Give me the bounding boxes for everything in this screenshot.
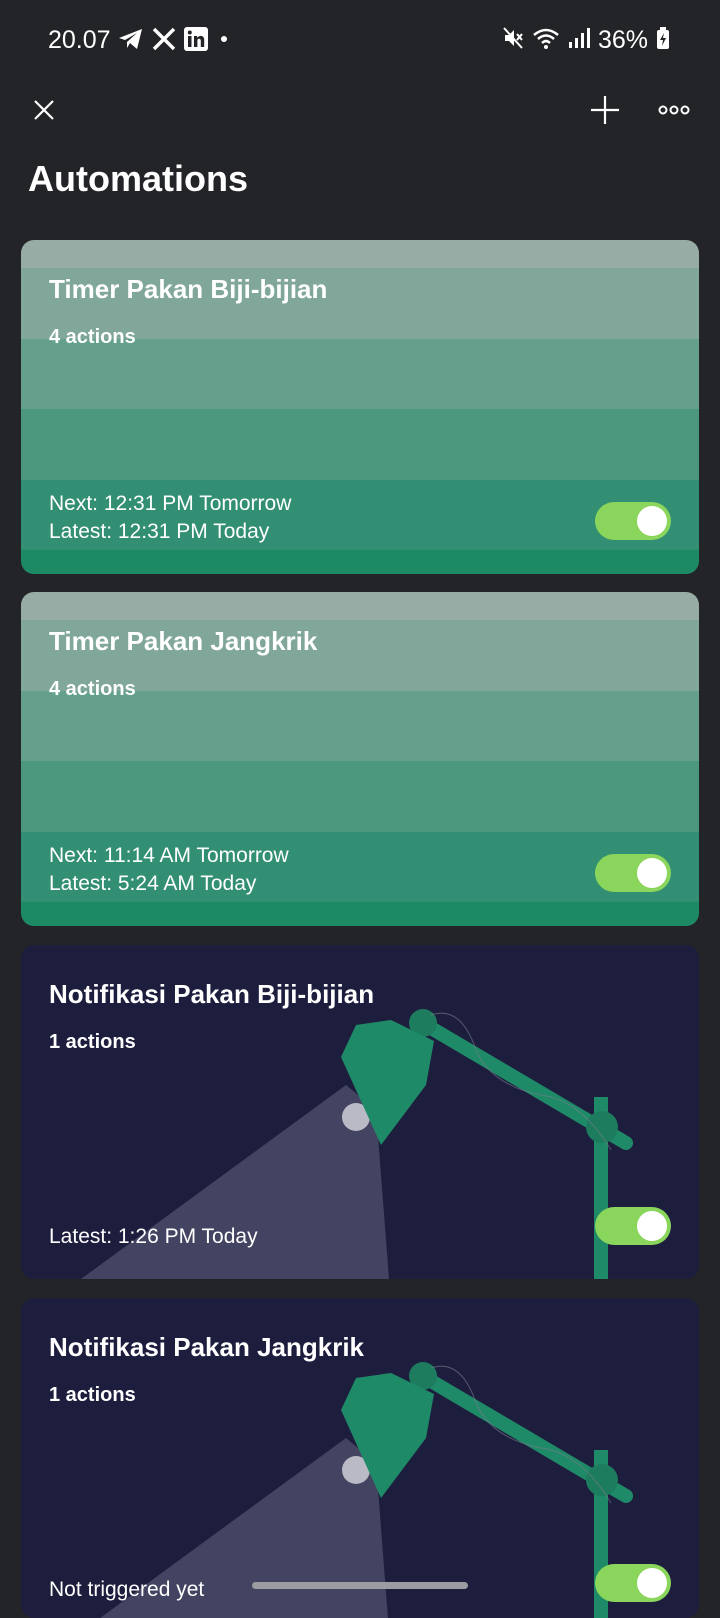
plus-icon — [590, 95, 620, 130]
next-run-text: Next: 12:31 PM Tomorrow — [49, 492, 292, 515]
automation-actions-count: 4 actions — [49, 678, 136, 700]
automation-toggle[interactable] — [595, 1564, 671, 1602]
automation-schedule: Next: 12:31 PM Tomorrow Latest: 12:31 PM… — [49, 490, 291, 546]
top-app-bar — [0, 80, 720, 144]
toggle-knob — [637, 506, 667, 536]
automation-card[interactable]: Timer Pakan Jangkrik 4 actions Next: 11:… — [21, 592, 699, 926]
notification-dot-icon — [216, 27, 232, 56]
x-icon — [152, 27, 176, 56]
page-title: Automations — [28, 158, 248, 199]
telegram-icon — [118, 27, 144, 56]
automation-title: Notifikasi Pakan Jangkrik — [49, 1332, 365, 1362]
next-run-text: Next: 11:14 AM Tomorrow — [49, 844, 289, 867]
automation-toggle[interactable] — [595, 854, 671, 892]
toggle-knob — [637, 1211, 667, 1241]
status-bar: 20.07 36% — [0, 0, 720, 80]
linkedin-icon — [184, 26, 208, 56]
home-indicator[interactable] — [252, 1582, 468, 1589]
automation-card[interactable]: Notifikasi Pakan Biji-bijian 1 actions L… — [21, 945, 699, 1279]
automation-actions-count: 1 actions — [49, 1031, 136, 1053]
wifi-icon — [532, 26, 560, 55]
automation-actions-count: 1 actions — [49, 1384, 136, 1406]
latest-run-text: Latest: 5:24 AM Today — [49, 872, 257, 895]
mute-icon — [502, 26, 524, 55]
automation-title: Timer Pakan Biji-bijian — [49, 274, 328, 304]
automation-card[interactable]: Timer Pakan Biji-bijian 4 actions Next: … — [21, 240, 699, 574]
close-button[interactable] — [22, 90, 66, 134]
automation-title: Notifikasi Pakan Biji-bijian — [49, 979, 375, 1009]
automation-title: Timer Pakan Jangkrik — [49, 626, 318, 656]
add-automation-button[interactable] — [583, 90, 627, 134]
battery-percent: 36% — [597, 26, 648, 54]
status-time: 20.07 — [48, 26, 111, 54]
automation-toggle[interactable] — [595, 1207, 671, 1245]
automation-card[interactable]: Notifikasi Pakan Jangkrik 1 actions Not … — [21, 1298, 699, 1618]
automation-actions-count: 4 actions — [49, 326, 136, 348]
signal-icon — [568, 26, 590, 55]
toggle-knob — [637, 858, 667, 888]
system-icons: 36% — [502, 26, 670, 55]
automation-toggle[interactable] — [595, 502, 671, 540]
toggle-knob — [637, 1568, 667, 1598]
more-options-button[interactable] — [652, 90, 696, 134]
automation-schedule: Latest: 1:26 PM Today — [49, 1223, 258, 1251]
notification-icons — [118, 26, 232, 56]
more-icon — [658, 103, 690, 121]
close-icon — [33, 99, 55, 126]
latest-run-text: Latest: 1:26 PM Today — [49, 1225, 258, 1248]
latest-run-text: Latest: 12:31 PM Today — [49, 520, 270, 543]
automation-schedule: Next: 11:14 AM Tomorrow Latest: 5:24 AM … — [49, 842, 289, 898]
battery-icon — [656, 26, 670, 55]
